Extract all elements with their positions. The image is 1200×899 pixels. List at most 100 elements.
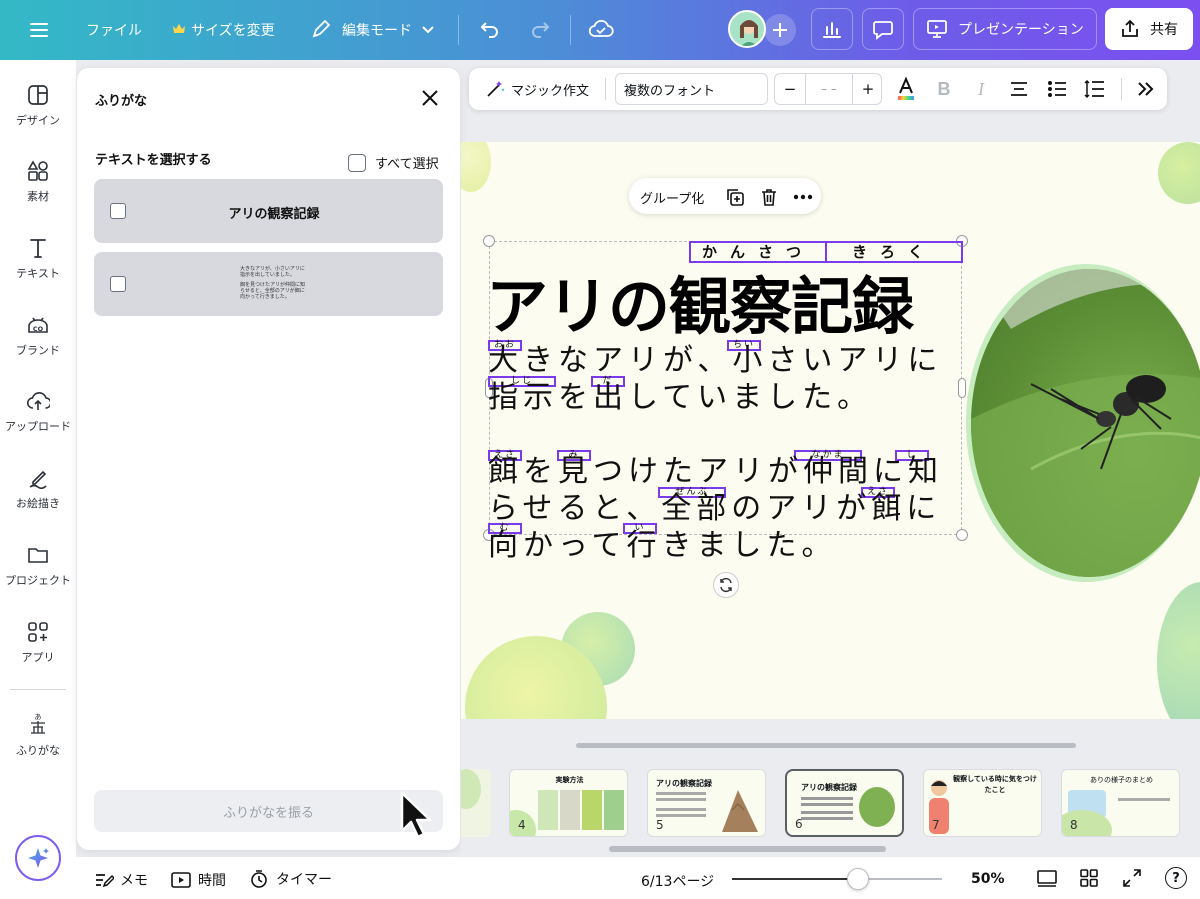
trash-icon[interactable] xyxy=(759,187,779,207)
slide-title[interactable]: アリの観察記録 xyxy=(486,256,914,346)
more-tools-icon[interactable] xyxy=(1131,68,1161,110)
text-item-checkbox[interactable] xyxy=(110,276,126,292)
rail-label: アプリ xyxy=(21,651,55,664)
present-label: プレゼンテーション xyxy=(958,22,1084,38)
page-thumb-6[interactable]: アリの観察記録 6 xyxy=(785,769,904,837)
share-button[interactable]: 共有 xyxy=(1105,8,1193,50)
text-item-body[interactable]: 大きなアリが、小さいアリに 指示を出していました。 餌を見つけたアリが仲間に知 … xyxy=(94,252,443,316)
font-size-decrease[interactable]: − xyxy=(775,74,805,104)
panel-title: ふりがな xyxy=(95,94,148,109)
insights-button[interactable] xyxy=(811,8,853,50)
select-all-checkbox[interactable]: すべて選択 xyxy=(348,153,439,172)
rail-item-draw[interactable]: お絵描き xyxy=(0,467,76,511)
page-thumb-8[interactable]: ありの様子のまとめ 8 xyxy=(1061,769,1180,837)
resize-handle[interactable] xyxy=(956,529,968,541)
sparkle-icon xyxy=(28,848,49,868)
rail-item-upload[interactable]: アップロード xyxy=(0,390,76,434)
rail-item-design[interactable]: デザイン xyxy=(0,84,76,128)
text-item-title[interactable]: アリの観察記録 xyxy=(94,179,443,243)
bold-icon[interactable]: B xyxy=(929,68,959,110)
rail-item-apps[interactable]: アプリ xyxy=(0,621,76,665)
bar-chart-icon xyxy=(823,22,841,38)
pencil-icon xyxy=(310,18,332,40)
list-icon[interactable] xyxy=(1042,68,1072,110)
align-center-icon[interactable] xyxy=(1004,68,1034,110)
rail-label: プロジェクト xyxy=(5,574,71,587)
file-menu[interactable]: ファイル xyxy=(86,20,142,40)
help-icon[interactable]: ? xyxy=(1165,867,1187,889)
comment-button[interactable] xyxy=(862,8,904,50)
body-line: 大きなアリが、小さいアリに xyxy=(488,343,943,378)
thumb-title: ありの様子のまとめ xyxy=(1090,776,1153,784)
edit-mode-button[interactable]: 編集モード xyxy=(342,20,412,40)
page-thumb-7[interactable]: 観察している時に気をつけたこと 7 xyxy=(923,769,1042,837)
zoom-slider[interactable] xyxy=(732,868,942,890)
zoom-level[interactable]: 50% xyxy=(971,871,1005,887)
magic-assistant-button[interactable] xyxy=(15,835,61,881)
body-line: 餌を見つけたアリが仲間に知 xyxy=(488,454,943,489)
text-color-button[interactable] xyxy=(889,68,923,110)
notes-button[interactable]: メモ xyxy=(94,870,148,890)
slide-body[interactable]: 大きなアリが、小さいアリに 指示を出していました。 餌を見つけたアリが仲間に知 … xyxy=(488,342,943,564)
timing-button[interactable]: 時間 xyxy=(170,870,226,890)
folder-icon xyxy=(28,548,48,563)
duplicate-icon[interactable] xyxy=(725,187,745,207)
thumb-partial[interactable] xyxy=(461,769,491,837)
undo-icon[interactable] xyxy=(478,17,502,41)
rail-label: 素材 xyxy=(27,190,49,203)
top-bar: ファイル サイズを変更 編集モード プレゼンテーション 共有 xyxy=(0,0,1200,60)
add-people-button[interactable] xyxy=(764,14,796,46)
resize-button[interactable]: サイズを変更 xyxy=(191,20,275,40)
rail-item-elements[interactable]: 素材 xyxy=(0,160,76,204)
chevron-down-icon[interactable] xyxy=(421,22,435,36)
select-text-label: テキストを選択する xyxy=(95,153,212,168)
ant-photo[interactable] xyxy=(971,269,1200,577)
group-button[interactable]: グループ化 xyxy=(640,188,704,207)
notes-icon xyxy=(96,874,114,888)
apply-furigana-button[interactable]: ふりがなを振る xyxy=(94,790,443,832)
font-size-increase[interactable]: + xyxy=(853,74,883,104)
text-item-preview: 大きなアリが、小さいアリに 指示を出していました。 餌を見つけたアリが仲間に知 … xyxy=(240,266,306,300)
thumb-title: アリの観察記録 xyxy=(801,783,857,792)
thumb-title: アリの観察記録 xyxy=(656,779,712,788)
notes-view-icon[interactable] xyxy=(1036,868,1058,888)
zoom-slider-fill xyxy=(732,878,858,880)
brand-icon: CO xyxy=(28,317,48,333)
thumb-number: 5 xyxy=(656,818,664,832)
resize-handle[interactable] xyxy=(483,235,495,247)
zoom-slider-knob[interactable] xyxy=(847,868,869,890)
share-icon xyxy=(1122,19,1138,37)
cloud-check-icon[interactable] xyxy=(588,17,614,41)
page-thumb-4[interactable]: 実験方法 4 xyxy=(509,769,628,837)
rail-label: お絵描き xyxy=(16,497,60,510)
font-select[interactable]: 複数のフォント xyxy=(615,73,768,105)
slide-canvas[interactable]: グループ化 かんさつ きろく アリの観察記録 おお ちい しじ だ えさ み な… xyxy=(461,142,1200,719)
rotate-icon[interactable] xyxy=(713,572,739,598)
present-button[interactable]: プレゼンテーション xyxy=(913,8,1097,50)
page-indicator[interactable]: 6/13ページ xyxy=(641,871,714,891)
resize-handle[interactable] xyxy=(958,378,966,398)
thumb-number: 4 xyxy=(518,818,526,832)
line-spacing-icon[interactable] xyxy=(1080,68,1110,110)
canvas-scrollbar[interactable] xyxy=(576,743,1076,748)
page-thumb-5[interactable]: アリの観察記録 5 xyxy=(647,769,766,837)
timer-button[interactable]: タイマー xyxy=(249,869,332,889)
magic-write-button[interactable]: マジック作文 xyxy=(477,68,597,110)
filmstrip-scrollbar[interactable] xyxy=(609,846,886,852)
notes-label: メモ xyxy=(120,873,148,889)
avatar[interactable] xyxy=(728,10,766,48)
more-options-icon[interactable] xyxy=(792,187,814,207)
redo-icon[interactable] xyxy=(528,17,552,41)
fullscreen-icon[interactable] xyxy=(1122,868,1142,888)
rail-item-text[interactable]: テキスト xyxy=(0,237,76,281)
rail-label: テキスト xyxy=(16,267,60,280)
italic-icon[interactable]: I xyxy=(966,68,996,110)
rail-item-projects[interactable]: プロジェクト xyxy=(0,544,76,588)
rail-item-furigana[interactable]: あ ふりがな xyxy=(0,712,76,758)
close-icon[interactable] xyxy=(420,88,440,108)
font-size-input[interactable]: – – xyxy=(806,74,852,104)
grid-view-icon[interactable] xyxy=(1079,868,1099,888)
crown-icon xyxy=(172,22,186,36)
menu-icon[interactable] xyxy=(28,19,50,41)
rail-item-brand[interactable]: CO ブランド xyxy=(0,314,76,358)
